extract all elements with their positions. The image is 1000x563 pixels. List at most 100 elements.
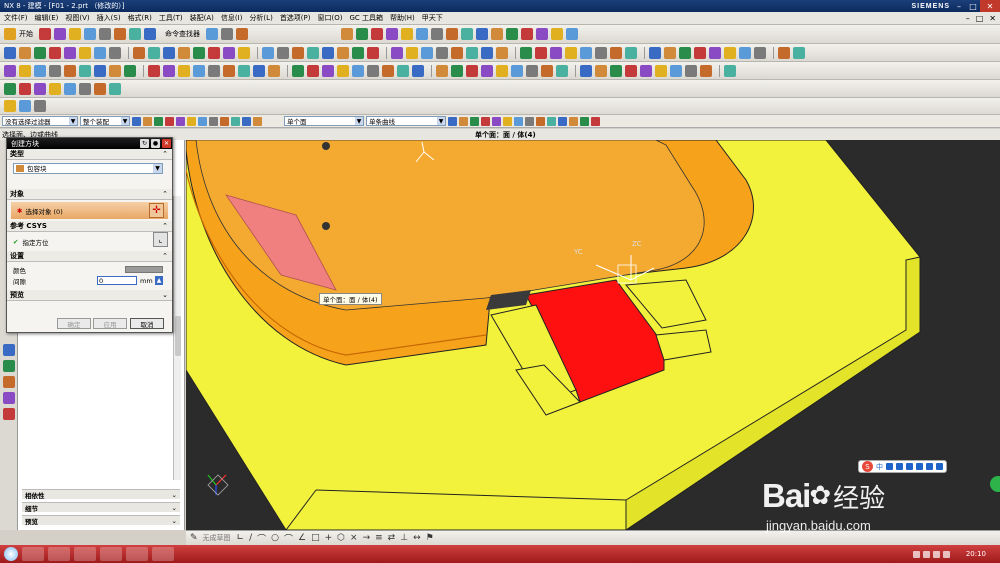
toolbar-button-icon[interactable] — [551, 28, 563, 40]
toolbar-button-icon[interactable] — [94, 82, 106, 95]
toolbar-button-icon[interactable] — [322, 64, 334, 77]
toolbar-button-icon[interactable] — [238, 64, 250, 77]
toolbar-button-icon[interactable] — [178, 46, 190, 59]
selection-option-icon[interactable] — [459, 116, 468, 126]
specify-orientation-row[interactable]: ✔ 指定方位 ⌞ — [7, 232, 172, 251]
toolbar-button-icon[interactable] — [109, 64, 121, 77]
start-menu-button[interactable]: 开始 — [4, 28, 33, 40]
toolbar-button-icon[interactable] — [253, 64, 265, 77]
toolbar-button-icon[interactable] — [4, 100, 16, 112]
toolbar-button-icon[interactable] — [580, 46, 592, 59]
ime-toolbar[interactable]: S 中 — [858, 460, 947, 473]
selection-option-icon[interactable] — [187, 116, 196, 126]
toolbar-button-icon[interactable] — [4, 46, 16, 59]
toolbar-button-icon[interactable] — [461, 28, 473, 40]
selection-option-icon[interactable] — [547, 116, 556, 126]
doc-close-icon[interactable]: ✕ — [989, 14, 996, 23]
menu-preferences[interactable]: 首选项(P) — [280, 13, 311, 23]
toolbar-button-icon[interactable] — [541, 64, 553, 77]
toolbar-button-icon[interactable] — [610, 64, 622, 77]
selection-option-icon[interactable] — [448, 116, 457, 126]
menu-window[interactable]: 窗口(O) — [318, 13, 343, 23]
toolbar-button-icon[interactable] — [4, 82, 16, 95]
finish-sketch-icon[interactable]: ⚑ — [426, 533, 434, 543]
toolbar-button-icon[interactable] — [451, 64, 463, 77]
selection-option-icon[interactable] — [154, 116, 163, 126]
menu-format[interactable]: 格式(R) — [128, 13, 152, 23]
toolbar-button-icon[interactable] — [163, 46, 175, 59]
skin-icon[interactable] — [926, 463, 933, 470]
section-object-header[interactable]: 对象 ⌃ — [7, 189, 172, 200]
toolbar-button-icon[interactable] — [511, 64, 523, 77]
doc-minimize-icon[interactable]: – — [966, 14, 970, 23]
reuse-library-tab-icon[interactable] — [3, 408, 15, 420]
section-csys-header[interactable]: 参考 CSYS ⌃ — [7, 221, 172, 232]
taskbar-nx[interactable] — [100, 547, 122, 561]
toolbar-button-icon[interactable] — [566, 28, 578, 40]
toolbar-button-icon[interactable] — [431, 28, 443, 40]
gap-input[interactable]: 0 — [97, 276, 137, 285]
menu-information[interactable]: 信息(I) — [221, 13, 243, 23]
menu-file[interactable]: 文件(F) — [4, 13, 28, 23]
taskbar-explorer[interactable] — [22, 547, 44, 561]
panel-details[interactable]: 细节 ⌄ — [22, 502, 180, 513]
section-preview-header[interactable]: 预览 ⌄ — [7, 290, 172, 301]
dialog-title-bar[interactable]: 创建方块 ↻ ● ✕ — [7, 138, 172, 149]
history-tab-icon[interactable] — [3, 392, 15, 404]
toolbar-button-icon[interactable] — [664, 46, 676, 59]
toolbar-button-icon[interactable] — [481, 64, 493, 77]
menu-assemblies[interactable]: 装配(A) — [190, 13, 214, 23]
tools-icon[interactable] — [936, 463, 943, 470]
assembly-scope-combo[interactable]: 整个装配 ▼ — [80, 116, 130, 126]
curve-rule-combo[interactable]: 单条曲线 ▼ — [366, 116, 446, 126]
toolbar-button-icon[interactable] — [193, 46, 205, 59]
toolbar-button-icon[interactable] — [19, 46, 31, 59]
selection-option-icon[interactable] — [591, 116, 600, 126]
toolbar-button-icon[interactable] — [436, 64, 448, 77]
roles-tab-icon[interactable] — [3, 376, 15, 388]
toolbar-button-icon[interactable] — [382, 64, 394, 77]
toolbar-button-icon[interactable] — [520, 46, 532, 59]
minimize-button[interactable]: – — [952, 0, 966, 12]
selection-option-icon[interactable] — [253, 116, 262, 126]
selection-option-icon[interactable] — [569, 116, 578, 126]
assembly-navigator-tab-icon[interactable] — [3, 360, 15, 372]
section-type-header[interactable]: 类型 ⌃ — [7, 149, 172, 160]
polygon-icon[interactable]: ⬡ — [337, 533, 345, 543]
toolbar-button-icon[interactable] — [221, 28, 233, 40]
toolbar-button-icon[interactable] — [236, 28, 248, 40]
toolbar-button-icon[interactable] — [268, 64, 280, 77]
selection-option-icon[interactable] — [536, 116, 545, 126]
settings-icon[interactable]: ● — [151, 139, 160, 148]
scrollbar-thumb[interactable] — [175, 316, 181, 356]
toolbar-button-icon[interactable] — [238, 46, 250, 59]
toolbar-button-icon[interactable] — [476, 28, 488, 40]
command-finder-button[interactable]: 命令查找器 — [165, 29, 200, 39]
toolbar-button-icon[interactable] — [79, 64, 91, 77]
chamfer-icon[interactable]: ∠ — [298, 533, 306, 543]
taskbar-app5[interactable] — [126, 547, 148, 561]
toolbar-button-icon[interactable] — [4, 64, 16, 77]
toolbar-button-icon[interactable] — [670, 64, 682, 77]
toolbar-button-icon[interactable] — [109, 46, 121, 59]
toolbar-button-icon[interactable] — [421, 46, 433, 59]
toolbar-button-icon[interactable] — [163, 64, 175, 77]
punctuation-icon[interactable] — [886, 463, 893, 470]
csys-dialog-icon[interactable]: ⌞ — [153, 232, 168, 247]
toolbar-button-icon[interactable] — [679, 46, 691, 59]
toolbar-button-icon[interactable] — [352, 64, 364, 77]
toolbar-button-icon[interactable] — [397, 64, 409, 77]
toolbar-button-icon[interactable] — [64, 64, 76, 77]
doc-restore-icon[interactable]: □ — [976, 14, 984, 23]
toolbar-button-icon[interactable] — [39, 28, 51, 40]
toolbar-button-icon[interactable] — [401, 28, 413, 40]
cancel-button[interactable]: 取消 — [130, 318, 164, 329]
toolbar-button-icon[interactable] — [124, 64, 136, 77]
selection-option-icon[interactable] — [470, 116, 479, 126]
toolbar-button-icon[interactable] — [778, 46, 790, 59]
toolbar-button-icon[interactable] — [556, 64, 568, 77]
toolbar-button-icon[interactable] — [292, 46, 304, 59]
selection-option-icon[interactable] — [525, 116, 534, 126]
toolbar-button-icon[interactable] — [481, 46, 493, 59]
toolbar-button-icon[interactable] — [550, 46, 562, 59]
